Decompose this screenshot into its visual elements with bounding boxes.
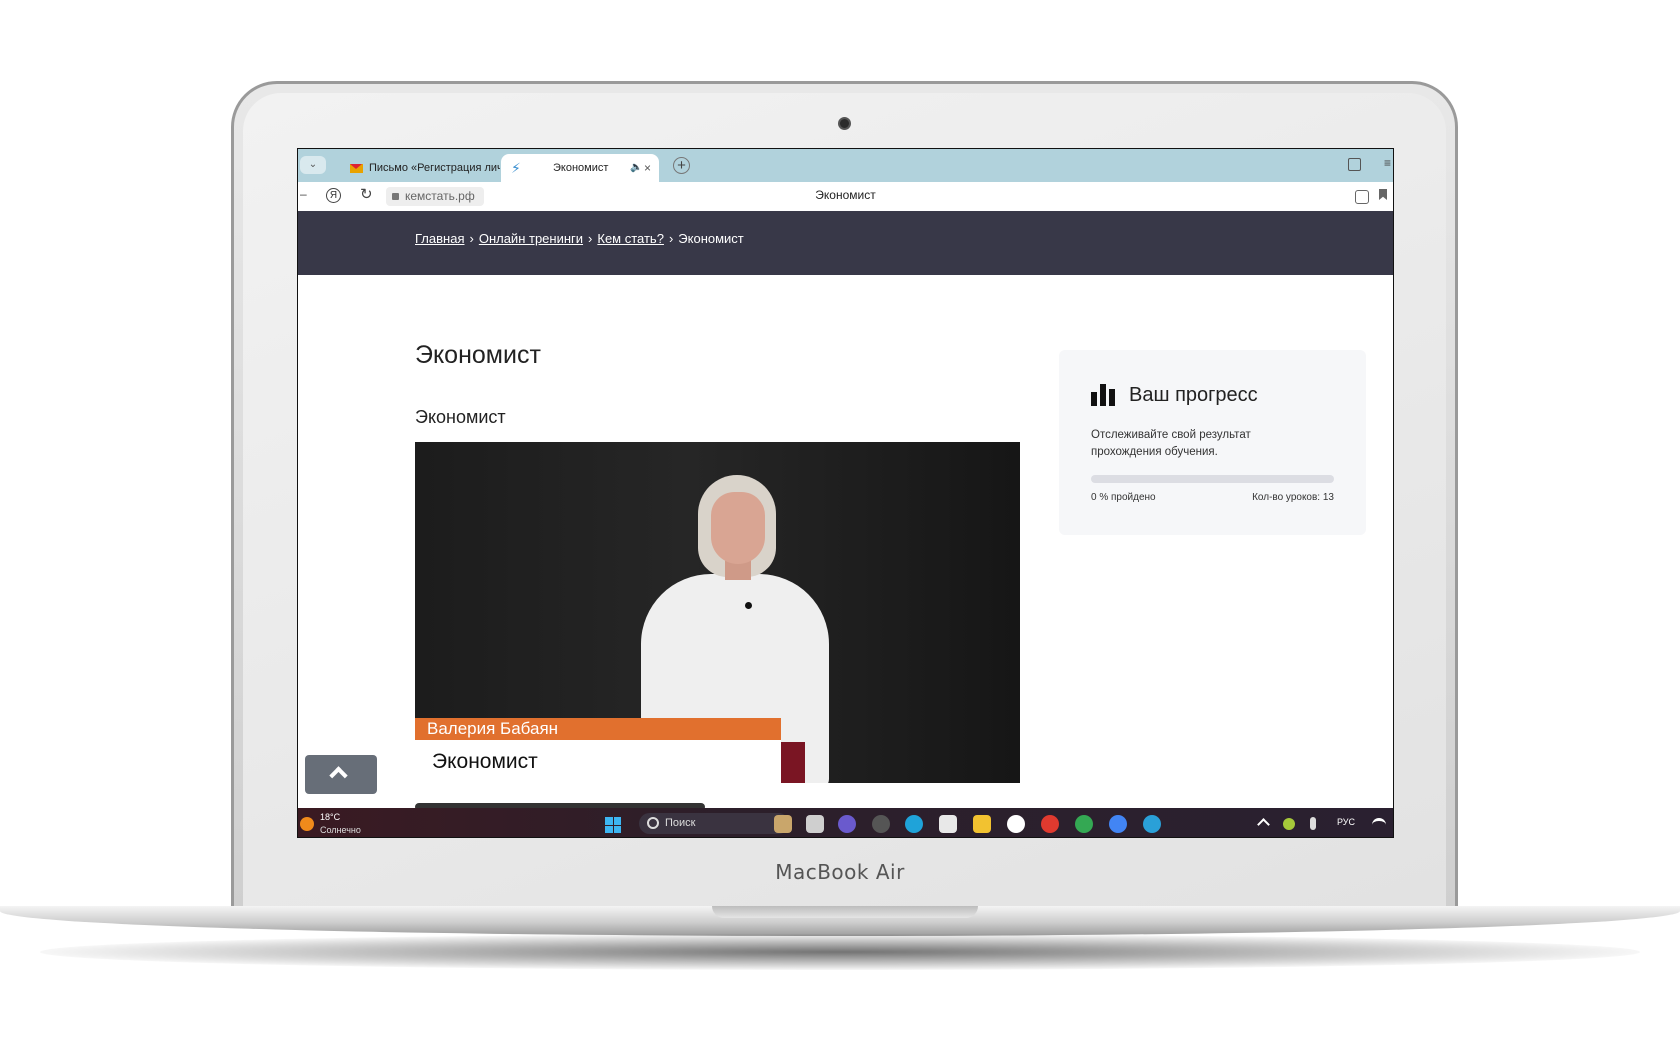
wifi-icon[interactable] bbox=[1372, 818, 1386, 832]
breadcrumb-home[interactable]: Главная bbox=[415, 231, 464, 246]
tab-mail-label: Письмо «Регистрация лич bbox=[369, 162, 500, 174]
weather-condition[interactable]: Солнечно bbox=[320, 825, 361, 835]
tab-mail[interactable]: Письмо «Регистрация лич bbox=[350, 154, 500, 182]
tray-expand-icon[interactable] bbox=[1257, 818, 1270, 831]
files-icon[interactable] bbox=[806, 815, 824, 833]
webcam bbox=[838, 117, 851, 130]
breadcrumb-separator: › bbox=[668, 231, 674, 246]
yandex-icon[interactable] bbox=[1007, 815, 1025, 833]
accessibility-icon[interactable] bbox=[872, 815, 890, 833]
progress-bar bbox=[1091, 475, 1334, 483]
tabs-icon[interactable] bbox=[1348, 158, 1361, 171]
sun-icon[interactable] bbox=[300, 817, 314, 831]
windows-taskbar: 18°C Солнечно Поиск РУС bbox=[298, 808, 1393, 837]
video-player[interactable]: Валерия Бабаян Экономист bbox=[415, 442, 1020, 783]
microphone-tray-icon[interactable] bbox=[1310, 817, 1316, 830]
lessons-count-label: Кол-во уроков: 13 bbox=[1252, 492, 1334, 503]
breadcrumb-separator: › bbox=[469, 231, 474, 246]
breadcrumb-trainings[interactable]: Онлайн тренинги bbox=[479, 231, 583, 246]
weather-temperature[interactable]: 18°C bbox=[320, 812, 340, 822]
video-title: Экономист bbox=[415, 407, 506, 427]
tab-economist[interactable]: ⚡ Экономист 🔈 × bbox=[501, 154, 659, 182]
taskbar-search[interactable]: Поиск bbox=[639, 813, 789, 834]
progress-title: Ваш прогресс bbox=[1129, 384, 1258, 406]
edge-icon[interactable] bbox=[905, 815, 923, 833]
laptop-brand-label: MacBook Air bbox=[775, 860, 905, 884]
tab-economist-label: Экономист bbox=[553, 162, 609, 174]
chrome-profile-icon[interactable] bbox=[1109, 815, 1127, 833]
search-icon bbox=[647, 817, 659, 829]
telegram-icon[interactable] bbox=[1143, 815, 1161, 833]
search-label: Поиск bbox=[665, 817, 696, 829]
page-title-in-bar: Экономист bbox=[815, 188, 876, 202]
microphone-icon bbox=[745, 602, 752, 609]
screen: ⌄ Письмо «Регистрация лич ⚡ Экономист 🔈 … bbox=[297, 148, 1394, 838]
flower-widget-icon[interactable] bbox=[774, 815, 792, 833]
windows-start-icon[interactable] bbox=[605, 817, 621, 833]
speaker-face bbox=[711, 492, 765, 564]
address-bar: – Я ↻ кемстать.рф Экономист bbox=[298, 182, 1393, 212]
chrome-icon[interactable] bbox=[1075, 815, 1093, 833]
breadcrumb-current: Экономист bbox=[678, 231, 744, 246]
laptop-shadow bbox=[40, 934, 1640, 970]
speaker-name: Валерия Бабаян bbox=[415, 718, 781, 740]
close-icon[interactable]: × bbox=[644, 154, 651, 182]
progress-done-label: 0 % пройдено bbox=[1091, 492, 1156, 503]
scroll-to-top-button[interactable] bbox=[305, 755, 377, 794]
browser-tab-bar: ⌄ Письмо «Регистрация лич ⚡ Экономист 🔈 … bbox=[298, 149, 1393, 182]
extension-icon[interactable] bbox=[1355, 190, 1369, 204]
page-title: Экономист bbox=[415, 341, 541, 369]
progress-card: Ваш прогресс Отслеживайте свой результат… bbox=[1059, 350, 1366, 535]
laptop-notch bbox=[712, 906, 978, 918]
language-indicator[interactable]: РУС bbox=[1337, 817, 1355, 827]
menu-icon[interactable]: ≡ bbox=[1384, 156, 1391, 170]
store-icon[interactable] bbox=[939, 815, 957, 833]
tab-list-button[interactable]: ⌄ bbox=[300, 156, 326, 174]
tray-app-icon[interactable] bbox=[1283, 818, 1295, 830]
new-tab-button[interactable]: + bbox=[673, 157, 690, 174]
breadcrumb-separator: › bbox=[588, 231, 593, 246]
speaker-role: Экономист bbox=[415, 740, 781, 783]
mail-icon bbox=[350, 163, 363, 173]
camera-icon[interactable] bbox=[838, 815, 856, 833]
speaker-icon[interactable]: 🔈 bbox=[630, 154, 642, 182]
bar-chart-icon bbox=[1091, 384, 1116, 406]
runner-icon: ⚡ bbox=[511, 160, 521, 176]
yandex-browser-icon[interactable] bbox=[1041, 815, 1059, 833]
breadcrumb-career[interactable]: Кем стать? bbox=[597, 231, 664, 246]
breadcrumb: Главная › Онлайн тренинги › Кем стать? › Эконо… bbox=[415, 231, 744, 246]
progress-description: Отслеживайте свой результат прохождения … bbox=[1091, 429, 1251, 458]
site-header: Главная › Онлайн тренинги › Кем стать? › Эконо… bbox=[298, 211, 1393, 275]
folder-icon[interactable] bbox=[973, 815, 991, 833]
